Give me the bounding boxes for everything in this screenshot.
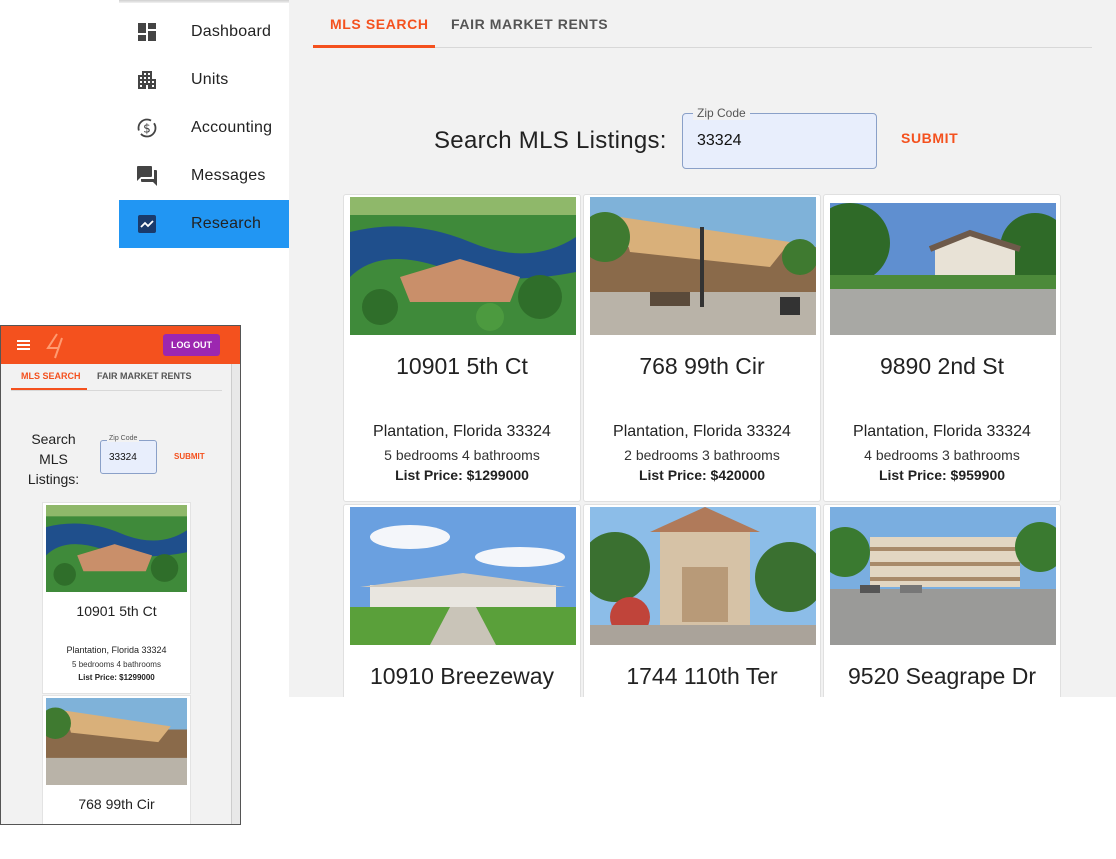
listing-rooms: 4 bedrooms 3 bathrooms (864, 447, 1020, 463)
listing-photo (350, 507, 576, 645)
mobile-listing-card[interactable]: 768 99th Cir (42, 695, 191, 824)
listing-address: 10901 5th Ct (76, 603, 157, 619)
listing-photo (590, 507, 816, 645)
apartment-icon (138, 71, 156, 89)
listing-price: List Price: $959900 (878, 467, 1006, 483)
sidebar-item-dashboard[interactable]: Dashboard (119, 8, 289, 56)
svg-text:$: $ (143, 122, 151, 136)
mobile-tab-mls-search[interactable]: MLS SEARCH (21, 371, 81, 381)
listing-rooms: 2 bedrooms 3 bathrooms (624, 447, 780, 463)
listing-address: 1744 110th Ter (626, 663, 778, 689)
mobile-submit-button[interactable]: SUBMIT (174, 452, 205, 461)
mobile-zip-code-field[interactable]: Zip Code 33324 (100, 435, 157, 474)
listing-card[interactable]: 768 99th Cir Plantation, Florida 33324 2… (583, 194, 821, 502)
active-tab-indicator (313, 45, 435, 48)
mobile-search-heading: Search MLS Listings: (27, 431, 80, 487)
sidebar-item-label: Messages (191, 167, 266, 184)
dashboard-icon (138, 23, 156, 41)
listing-city: Plantation, Florida 33324 (373, 423, 551, 440)
tab-mls-search[interactable]: MLS SEARCH (330, 16, 429, 32)
sidebar-item-accounting[interactable]: $ Accounting (119, 104, 289, 152)
listing-photo (46, 505, 187, 592)
listing-rooms: 5 bedrooms 4 bathrooms (72, 660, 161, 669)
forum-icon (137, 166, 157, 186)
sidebar-item-label: Dashboard (191, 23, 272, 40)
zip-code-field[interactable]: Zip Code (682, 106, 877, 169)
insights-icon (138, 215, 156, 233)
listing-address: 768 99th Cir (78, 796, 155, 812)
submit-button[interactable]: SUBMIT (901, 130, 958, 146)
mobile-active-tab-indicator (11, 388, 87, 390)
sidebar-item-label: Accounting (191, 119, 273, 136)
listing-card[interactable]: 9520 Seagrape Dr (823, 504, 1061, 697)
main-content: MLS SEARCH FAIR MARKET RENTS Search MLS … (289, 0, 1116, 697)
listing-card[interactable]: 1744 110th Ter (583, 504, 821, 697)
mobile-listing-card[interactable]: 10901 5th Ct Plantation, Florida 33324 5… (42, 502, 191, 694)
listing-card[interactable]: 10901 5th Ct Plantation, Florida 33324 5… (343, 194, 581, 502)
tab-fair-market-rents[interactable]: FAIR MARKET RENTS (451, 16, 608, 32)
logout-button[interactable]: LOG OUT (163, 334, 220, 356)
listing-photo (46, 698, 187, 785)
sidebar-item-messages[interactable]: Messages (119, 152, 289, 200)
mobile-zip-code-label: Zip Code (107, 435, 140, 442)
mobile-preview: LOG OUT MLS SEARCH FAIR MARKET RENTS Sea… (0, 325, 241, 825)
listing-price: List Price: $1299000 (395, 467, 529, 483)
mobile-tab-fair-market-rents[interactable]: FAIR MARKET RENTS (97, 371, 192, 381)
currency-exchange-icon: $ (137, 118, 157, 138)
listing-rooms: 5 bedrooms 4 bathrooms (384, 447, 540, 463)
sidebar-item-research[interactable]: Research (119, 200, 289, 248)
mobile-scrollbar[interactable] (231, 364, 240, 824)
listing-photo (350, 197, 576, 335)
listing-address: 768 99th Cir (639, 353, 765, 379)
listing-card[interactable]: 9890 2nd St Plantation, Florida 33324 4 … (823, 194, 1061, 502)
listing-photo (590, 197, 816, 335)
listing-address: 9890 2nd St (879, 353, 1005, 379)
listing-city: Plantation, Florida 33324 (66, 645, 167, 655)
search-heading: Search MLS Listings: (434, 127, 667, 154)
sidebar-item-label: Research (191, 215, 262, 232)
mobile-app-bar: LOG OUT (1, 326, 240, 364)
sidebar-item-units[interactable]: Units (119, 56, 289, 104)
listing-price: List Price: $1299000 (78, 673, 155, 682)
listing-price: List Price: $420000 (638, 467, 766, 483)
mobile-tabs-divider (11, 390, 222, 391)
menu-icon[interactable] (17, 339, 30, 351)
listing-address: 10910 Breezeway (369, 663, 555, 689)
listing-photo (830, 507, 1056, 645)
listing-address: 10901 5th Ct (396, 353, 528, 379)
sidebar-nav: Dashboard Units $ Accounting Messages Re… (119, 0, 289, 250)
listing-address: 9520 Seagrape Dr (848, 663, 1036, 689)
listing-city: Plantation, Florida 33324 (613, 423, 791, 440)
listing-city: Plantation, Florida 33324 (853, 423, 1031, 440)
zip-code-input[interactable] (697, 132, 857, 150)
listing-card[interactable]: 10910 Breezeway (343, 504, 581, 697)
mobile-zip-code-input[interactable]: 33324 (109, 452, 137, 463)
zip-code-label: Zip Code (693, 106, 750, 120)
sidebar-item-label: Units (191, 71, 229, 88)
listing-photo (830, 197, 1056, 335)
logo-icon (46, 333, 63, 359)
